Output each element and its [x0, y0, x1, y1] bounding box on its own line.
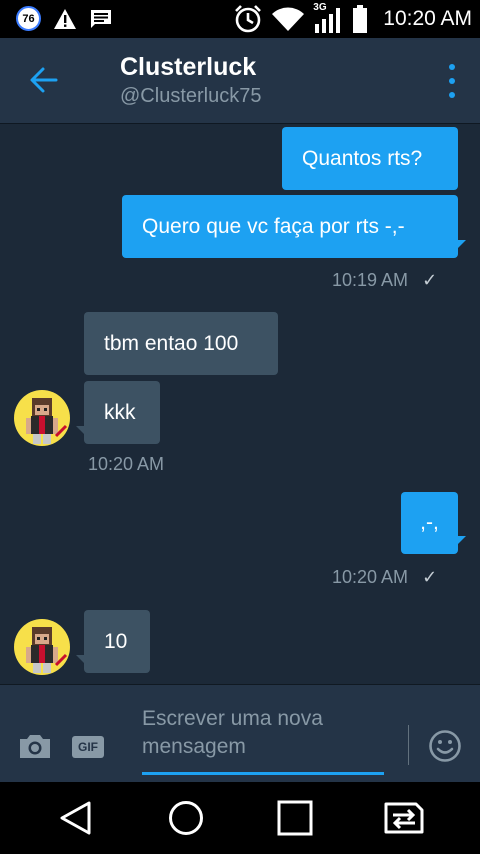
message-icon — [91, 9, 111, 28]
status-time: 10:20 AM — [383, 7, 472, 30]
contact-handle: @Clusterluck75 — [120, 85, 262, 107]
back-arrow-icon[interactable] — [26, 62, 62, 98]
status-bar: 76 3G 10:20 AM — [0, 0, 480, 38]
message-bubble-outgoing[interactable]: Quantos rts? — [282, 127, 458, 190]
message-meta: 10:20 AM — [88, 454, 164, 475]
avatar-image — [26, 398, 68, 444]
message-timestamp: 10:20 AM — [332, 567, 409, 587]
home-circle-icon[interactable] — [168, 800, 204, 836]
message-list[interactable]: Quantos rts? Quero que vc faça por rts -… — [0, 124, 480, 684]
recents-square-icon[interactable] — [277, 800, 313, 836]
dot-icon — [449, 64, 455, 70]
signal-icon — [315, 8, 341, 33]
read-receipt-icon: ✓ — [422, 567, 438, 587]
warning-icon — [54, 8, 76, 29]
message-composer: GIF — [0, 684, 480, 782]
dot-icon — [449, 92, 455, 98]
message-text: kkk — [104, 400, 136, 424]
switch-sim-icon[interactable] — [382, 800, 426, 836]
gif-button[interactable]: GIF — [72, 736, 104, 758]
message-input[interactable] — [142, 705, 384, 775]
conversation-header: Clusterluck @Clusterluck75 — [0, 38, 480, 124]
avatar-image — [26, 627, 68, 673]
dot-icon — [449, 78, 455, 84]
message-timestamp: 10:19 AM — [332, 270, 409, 290]
message-bubble-incoming[interactable]: kkk — [76, 381, 160, 444]
message-timestamp: 10:20 AM — [88, 454, 165, 474]
status-left-icons: 76 — [16, 6, 113, 31]
back-triangle-icon[interactable] — [58, 800, 94, 836]
message-text: 10 — [104, 629, 128, 653]
message-meta: 10:20 AM ✓ — [332, 567, 437, 588]
message-bubble-outgoing[interactable]: ,-, — [401, 492, 466, 554]
message-text: tbm entao 100 — [104, 331, 239, 355]
message-text: ,-, — [420, 511, 439, 534]
emoji-icon[interactable] — [428, 729, 462, 763]
message-bubble-incoming[interactable]: tbm entao 100 — [84, 312, 278, 375]
signal-indicator: 3G — [313, 2, 343, 34]
overflow-menu-button[interactable] — [446, 64, 458, 98]
contact-avatar[interactable] — [14, 390, 70, 446]
alarm-icon — [235, 5, 262, 33]
contact-name[interactable]: Clusterluck — [120, 53, 256, 82]
contact-avatar[interactable] — [14, 619, 70, 675]
wifi-icon — [272, 7, 305, 31]
message-meta: 10:19 AM ✓ — [332, 270, 437, 291]
composer-divider — [408, 725, 409, 765]
message-bubble-incoming[interactable]: 10 — [76, 610, 150, 673]
read-receipt-icon: ✓ — [422, 270, 438, 290]
message-bubble-outgoing[interactable]: Quero que vc faça por rts -,- — [122, 195, 466, 258]
message-text: Quantos rts? — [302, 146, 423, 170]
message-text: Quero que vc faça por rts -,- — [142, 214, 405, 238]
camera-icon[interactable] — [18, 733, 52, 759]
app-badge-icon: 76 — [16, 6, 41, 31]
status-right-icons: 3G 10:20 AM — [233, 2, 472, 35]
battery-icon — [353, 5, 368, 33]
system-navigation-bar — [0, 782, 480, 854]
